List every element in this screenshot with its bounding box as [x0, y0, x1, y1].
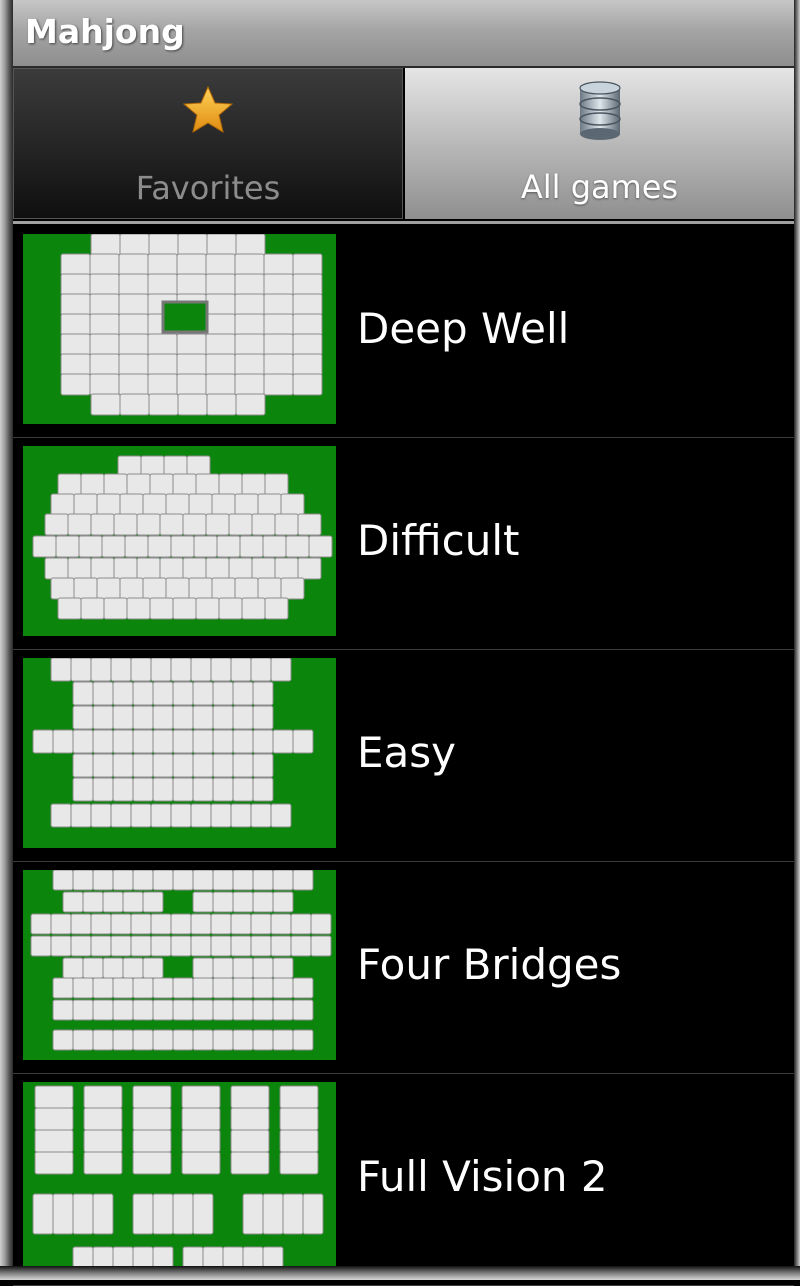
tab-bar: Favorites All games: [13, 68, 794, 221]
deep-well-layout-icon: [23, 234, 336, 424]
title-bar: Mahjong: [13, 0, 794, 68]
list-item[interactable]: Four Bridges: [13, 862, 794, 1074]
full-vision-2-layout-icon: [23, 1082, 336, 1272]
tab-all-games-label: All games: [520, 168, 679, 206]
star-icon: [178, 81, 238, 145]
game-name: Easy: [357, 728, 457, 777]
window-frame-right: [794, 0, 800, 1280]
game-name: Four Bridges: [357, 940, 622, 989]
list-item[interactable]: Full Vision 2: [13, 1074, 794, 1286]
tab-favorites[interactable]: Favorites: [13, 68, 403, 219]
game-name: Deep Well: [357, 304, 570, 353]
list-item[interactable]: Easy: [13, 650, 794, 862]
games-list[interactable]: Deep Well Difficult Easy Four Bridges Fu…: [13, 226, 794, 1286]
app-window: Mahjong Favorites All games Deep Well Di…: [0, 0, 800, 1286]
database-icon: [575, 80, 625, 146]
easy-layout-icon: [23, 658, 336, 848]
window-frame-bottom: [0, 1266, 800, 1280]
game-name: Difficult: [357, 516, 520, 565]
four-bridges-layout-icon: [23, 870, 336, 1060]
app-title: Mahjong: [25, 12, 185, 51]
tab-favorites-label: Favorites: [135, 169, 281, 207]
window-frame-left: [0, 0, 13, 1280]
difficult-layout-icon: [23, 446, 336, 636]
game-name: Full Vision 2: [357, 1152, 608, 1201]
list-item[interactable]: Deep Well: [13, 226, 794, 438]
tab-all-games[interactable]: All games: [405, 68, 794, 219]
tab-divider: [13, 221, 794, 224]
list-item[interactable]: Difficult: [13, 438, 794, 650]
